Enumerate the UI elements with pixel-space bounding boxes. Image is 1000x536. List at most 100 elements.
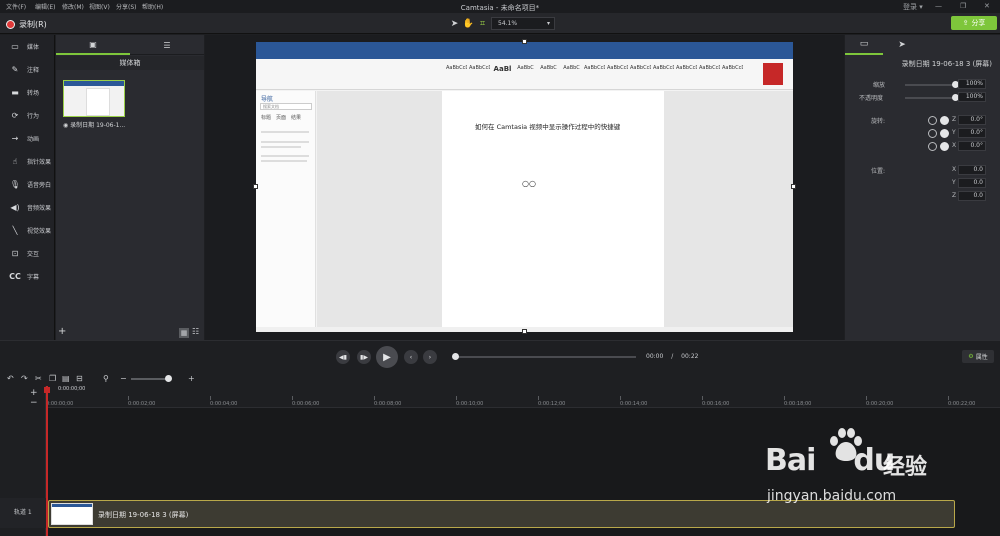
pan-tool-icon[interactable]: ✋	[462, 17, 475, 30]
rotate-x-dial-icon[interactable]	[940, 142, 949, 151]
close-icon[interactable]: ✕	[984, 2, 990, 10]
tab-cursor-properties[interactable]: ➤	[883, 35, 921, 55]
tab-visual-properties[interactable]: ▭	[845, 35, 883, 55]
cut-icon[interactable]: ✂	[35, 374, 42, 383]
ruler-tick-mark	[210, 396, 211, 400]
media-thumbnail[interactable]	[63, 80, 125, 117]
add-media-icon[interactable]: +	[58, 326, 66, 337]
resize-handle[interactable]	[522, 329, 527, 334]
bin-tabs: ▣ ☰	[56, 35, 204, 55]
rotate-z-dial-icon[interactable]	[940, 116, 949, 125]
timeline-zoom-slider[interactable]	[131, 375, 172, 382]
prev-icon[interactable]: ‹	[404, 350, 418, 364]
menu-view[interactable]: 视图(V)	[89, 2, 110, 11]
menu-modify[interactable]: 修改(M)	[62, 2, 84, 11]
screen-icon: ▭	[859, 39, 869, 49]
properties-panel: ▭ ➤ 录制日期 19-06-18 3 (屏幕) 缩放 100% 不透明度 10…	[845, 35, 1000, 340]
sidebar-item-audio-effect[interactable]: ◀) 音频效果	[0, 196, 55, 218]
timeline-zoom-knob[interactable]	[165, 375, 172, 382]
grid-view-icon[interactable]: ▦	[179, 328, 189, 338]
remove-track-icon[interactable]: −	[30, 398, 38, 408]
restore-icon[interactable]: ❐	[960, 2, 966, 10]
playback-bar: ◀▮ ▮▶ ▶ ‹ › 00:00 / 00:22 ⚙ 属性	[0, 340, 1000, 372]
sidebar-item-transition[interactable]: ▬ 转场	[0, 81, 55, 103]
scale-slider[interactable]	[905, 81, 959, 88]
watermark-url: jingyan.baidu.com	[767, 488, 897, 504]
share-icon: ⇪	[962, 19, 969, 27]
redo-icon[interactable]: ↷	[21, 374, 28, 383]
paste-icon[interactable]: ▤	[62, 374, 70, 383]
menu-edit[interactable]: 编辑(E)	[35, 2, 55, 11]
copy-icon[interactable]: ❐	[49, 374, 56, 383]
ruler-tick-mark	[128, 396, 129, 400]
captions-icon: CC	[9, 271, 21, 281]
sidebar-item-captions[interactable]: CC 字幕	[0, 265, 55, 287]
timeline-ruler[interactable]: 0:00:00;00 0:00:02;00 0:00:04;00 0:00:06;00…	[46, 386, 1000, 408]
sidebar-item-label: 交互	[27, 250, 40, 258]
sidebar-item-voice[interactable]: 🎙 语音旁白	[0, 173, 55, 195]
style-item: AaBbCcD	[630, 65, 651, 71]
interactive-icon: ⊡	[11, 248, 19, 258]
opacity-input[interactable]: 100%	[958, 92, 986, 102]
step-back-icon[interactable]: ◀▮	[336, 350, 350, 364]
tab-media-bin[interactable]: ▣	[56, 35, 130, 55]
minimize-icon[interactable]: —	[935, 2, 942, 10]
visual-effect-icon: ╲	[12, 225, 18, 235]
rotation-z-input[interactable]: 0.0°	[958, 115, 986, 125]
sidebar-item-label: 音频效果	[27, 204, 52, 212]
zoom-out-icon[interactable]: −	[120, 374, 127, 383]
nav-pane-tab: 页面	[276, 115, 287, 121]
menu-help[interactable]: 帮助(H)	[142, 2, 163, 11]
resize-handle[interactable]	[522, 39, 527, 44]
zoom-in-icon[interactable]: +	[188, 374, 195, 383]
menu-share[interactable]: 分享(S)	[116, 2, 137, 11]
position-y-input[interactable]: 0.0	[958, 178, 986, 188]
properties-button[interactable]: ⚙ 属性	[962, 350, 994, 363]
playhead-handle[interactable]	[44, 387, 50, 393]
cursor-icon: ➤	[898, 40, 906, 50]
sidebar-item-cursor-effect[interactable]: ☝ 指针效果	[0, 150, 55, 172]
position-z-input[interactable]: 0.0	[958, 191, 986, 201]
login-link[interactable]: 登录 ▾	[903, 2, 923, 12]
rotate-y-dial-icon[interactable]	[940, 129, 949, 138]
step-forward-icon[interactable]: ▮▶	[357, 350, 371, 364]
zoom-select[interactable]: 54.1% ▾	[491, 17, 555, 30]
add-track-icon[interactable]: +	[30, 388, 38, 398]
scale-input[interactable]: 100%	[958, 79, 986, 89]
play-icon[interactable]: ▶	[376, 346, 398, 368]
rotation-y-input[interactable]: 0.0°	[958, 128, 986, 138]
zoom-search-icon[interactable]: ⚲	[103, 374, 109, 383]
sidebar-item-visual-effect[interactable]: ╲ 视觉效果	[0, 219, 55, 241]
sidebar-item-interactive[interactable]: ⊡ 交互	[0, 242, 55, 264]
sidebar-item-annotation[interactable]: ✎ 注释	[0, 58, 55, 80]
scrubber-knob[interactable]	[452, 353, 459, 360]
list-view-icon[interactable]: ☷	[192, 327, 199, 336]
menu-file[interactable]: 文件(F)	[6, 2, 26, 11]
ruler-tick-mark	[866, 396, 867, 400]
next-icon[interactable]: ›	[423, 350, 437, 364]
pointer-tool-icon[interactable]: ➤	[448, 17, 461, 30]
split-icon[interactable]: ⊟	[76, 374, 83, 383]
window-title: Camtasia - 未命名项目*	[460, 4, 540, 12]
tab-library[interactable]: ☰	[130, 35, 204, 55]
sidebar-item-media[interactable]: ▭ 媒体	[0, 35, 55, 57]
mic-icon: 🎙	[9, 179, 21, 189]
media-bin: ▣ ☰ 媒体箱 ◉ 录制日期 19-06-1... + ▦ ☷	[56, 35, 204, 340]
record-button[interactable]: 录制(R)	[6, 17, 47, 31]
position-y-row: Y 0.0	[845, 178, 1000, 189]
rotate-x-icon	[928, 142, 937, 151]
crop-tool-icon[interactable]: ⌗	[476, 17, 489, 30]
track-header-1[interactable]: 轨道 1	[0, 498, 46, 528]
resize-handle[interactable]	[791, 184, 796, 189]
sidebar-item-behavior[interactable]: ⟳ 行为	[0, 104, 55, 126]
recording-canvas[interactable]: AaBbCcDd AaBbCcDd AaBl AaBbC AaBbC AaBbC…	[253, 39, 796, 334]
sidebar-item-animation[interactable]: → 动画	[0, 127, 55, 149]
undo-icon[interactable]: ↶	[7, 374, 14, 383]
resize-handle[interactable]	[253, 184, 258, 189]
share-button[interactable]: ⇪ 分享	[951, 16, 997, 30]
rotation-x-input[interactable]: 0.0°	[958, 141, 986, 151]
opacity-slider[interactable]	[905, 94, 959, 101]
position-x-input[interactable]: 0.0	[958, 165, 986, 175]
time-separator: /	[671, 353, 674, 360]
playback-scrubber[interactable]	[452, 353, 636, 360]
